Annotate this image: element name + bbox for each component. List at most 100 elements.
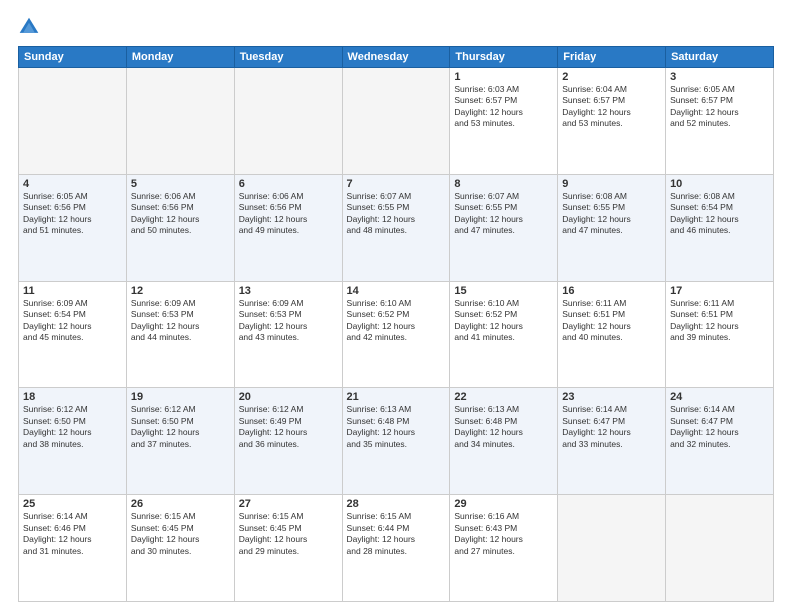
calendar-cell: 24Sunrise: 6:14 AM Sunset: 6:47 PM Dayli… xyxy=(666,388,774,495)
day-info: Sunrise: 6:11 AM Sunset: 6:51 PM Dayligh… xyxy=(562,298,661,344)
calendar-cell: 19Sunrise: 6:12 AM Sunset: 6:50 PM Dayli… xyxy=(126,388,234,495)
day-info: Sunrise: 6:15 AM Sunset: 6:44 PM Dayligh… xyxy=(347,511,446,557)
day-number: 9 xyxy=(562,178,661,190)
day-info: Sunrise: 6:07 AM Sunset: 6:55 PM Dayligh… xyxy=(454,191,553,237)
day-number: 15 xyxy=(454,285,553,297)
calendar-cell: 17Sunrise: 6:11 AM Sunset: 6:51 PM Dayli… xyxy=(666,281,774,388)
day-info: Sunrise: 6:04 AM Sunset: 6:57 PM Dayligh… xyxy=(562,84,661,130)
day-info: Sunrise: 6:11 AM Sunset: 6:51 PM Dayligh… xyxy=(670,298,769,344)
day-number: 28 xyxy=(347,498,446,510)
calendar-cell: 15Sunrise: 6:10 AM Sunset: 6:52 PM Dayli… xyxy=(450,281,558,388)
day-info: Sunrise: 6:14 AM Sunset: 6:47 PM Dayligh… xyxy=(670,404,769,450)
calendar-cell: 5Sunrise: 6:06 AM Sunset: 6:56 PM Daylig… xyxy=(126,174,234,281)
day-info: Sunrise: 6:12 AM Sunset: 6:50 PM Dayligh… xyxy=(131,404,230,450)
day-number: 10 xyxy=(670,178,769,190)
calendar-cell: 9Sunrise: 6:08 AM Sunset: 6:55 PM Daylig… xyxy=(558,174,666,281)
calendar-cell xyxy=(558,495,666,602)
day-info: Sunrise: 6:15 AM Sunset: 6:45 PM Dayligh… xyxy=(239,511,338,557)
day-info: Sunrise: 6:15 AM Sunset: 6:45 PM Dayligh… xyxy=(131,511,230,557)
calendar-cell: 18Sunrise: 6:12 AM Sunset: 6:50 PM Dayli… xyxy=(19,388,127,495)
day-number: 1 xyxy=(454,71,553,83)
day-info: Sunrise: 6:08 AM Sunset: 6:54 PM Dayligh… xyxy=(670,191,769,237)
calendar-week-row: 25Sunrise: 6:14 AM Sunset: 6:46 PM Dayli… xyxy=(19,495,774,602)
day-info: Sunrise: 6:14 AM Sunset: 6:46 PM Dayligh… xyxy=(23,511,122,557)
day-number: 27 xyxy=(239,498,338,510)
day-info: Sunrise: 6:16 AM Sunset: 6:43 PM Dayligh… xyxy=(454,511,553,557)
weekday-header: Tuesday xyxy=(234,47,342,68)
calendar-cell: 28Sunrise: 6:15 AM Sunset: 6:44 PM Dayli… xyxy=(342,495,450,602)
day-number: 24 xyxy=(670,391,769,403)
day-number: 18 xyxy=(23,391,122,403)
day-number: 8 xyxy=(454,178,553,190)
calendar-cell: 13Sunrise: 6:09 AM Sunset: 6:53 PM Dayli… xyxy=(234,281,342,388)
day-number: 2 xyxy=(562,71,661,83)
day-info: Sunrise: 6:06 AM Sunset: 6:56 PM Dayligh… xyxy=(131,191,230,237)
day-info: Sunrise: 6:09 AM Sunset: 6:53 PM Dayligh… xyxy=(131,298,230,344)
calendar-cell: 6Sunrise: 6:06 AM Sunset: 6:56 PM Daylig… xyxy=(234,174,342,281)
calendar-cell: 27Sunrise: 6:15 AM Sunset: 6:45 PM Dayli… xyxy=(234,495,342,602)
header xyxy=(18,16,774,38)
day-info: Sunrise: 6:05 AM Sunset: 6:56 PM Dayligh… xyxy=(23,191,122,237)
day-number: 17 xyxy=(670,285,769,297)
day-number: 5 xyxy=(131,178,230,190)
calendar-cell xyxy=(126,68,234,175)
calendar-cell: 16Sunrise: 6:11 AM Sunset: 6:51 PM Dayli… xyxy=(558,281,666,388)
calendar-cell xyxy=(19,68,127,175)
calendar-week-row: 1Sunrise: 6:03 AM Sunset: 6:57 PM Daylig… xyxy=(19,68,774,175)
calendar-week-row: 4Sunrise: 6:05 AM Sunset: 6:56 PM Daylig… xyxy=(19,174,774,281)
calendar-cell: 26Sunrise: 6:15 AM Sunset: 6:45 PM Dayli… xyxy=(126,495,234,602)
day-info: Sunrise: 6:07 AM Sunset: 6:55 PM Dayligh… xyxy=(347,191,446,237)
calendar-cell: 4Sunrise: 6:05 AM Sunset: 6:56 PM Daylig… xyxy=(19,174,127,281)
weekday-header: Saturday xyxy=(666,47,774,68)
day-number: 4 xyxy=(23,178,122,190)
day-info: Sunrise: 6:08 AM Sunset: 6:55 PM Dayligh… xyxy=(562,191,661,237)
day-info: Sunrise: 6:12 AM Sunset: 6:49 PM Dayligh… xyxy=(239,404,338,450)
calendar-cell: 25Sunrise: 6:14 AM Sunset: 6:46 PM Dayli… xyxy=(19,495,127,602)
weekday-header: Monday xyxy=(126,47,234,68)
day-number: 6 xyxy=(239,178,338,190)
day-number: 19 xyxy=(131,391,230,403)
calendar-cell xyxy=(342,68,450,175)
day-number: 12 xyxy=(131,285,230,297)
calendar-cell: 12Sunrise: 6:09 AM Sunset: 6:53 PM Dayli… xyxy=(126,281,234,388)
calendar-cell: 1Sunrise: 6:03 AM Sunset: 6:57 PM Daylig… xyxy=(450,68,558,175)
day-info: Sunrise: 6:09 AM Sunset: 6:54 PM Dayligh… xyxy=(23,298,122,344)
day-info: Sunrise: 6:13 AM Sunset: 6:48 PM Dayligh… xyxy=(347,404,446,450)
calendar-cell: 21Sunrise: 6:13 AM Sunset: 6:48 PM Dayli… xyxy=(342,388,450,495)
calendar-header-row: SundayMondayTuesdayWednesdayThursdayFrid… xyxy=(19,47,774,68)
day-number: 22 xyxy=(454,391,553,403)
day-info: Sunrise: 6:05 AM Sunset: 6:57 PM Dayligh… xyxy=(670,84,769,130)
calendar-cell: 3Sunrise: 6:05 AM Sunset: 6:57 PM Daylig… xyxy=(666,68,774,175)
weekday-header: Wednesday xyxy=(342,47,450,68)
calendar-cell xyxy=(234,68,342,175)
page: SundayMondayTuesdayWednesdayThursdayFrid… xyxy=(0,0,792,612)
day-number: 29 xyxy=(454,498,553,510)
weekday-header: Thursday xyxy=(450,47,558,68)
day-number: 3 xyxy=(670,71,769,83)
calendar-week-row: 11Sunrise: 6:09 AM Sunset: 6:54 PM Dayli… xyxy=(19,281,774,388)
calendar-cell: 10Sunrise: 6:08 AM Sunset: 6:54 PM Dayli… xyxy=(666,174,774,281)
day-info: Sunrise: 6:13 AM Sunset: 6:48 PM Dayligh… xyxy=(454,404,553,450)
day-number: 26 xyxy=(131,498,230,510)
calendar-cell: 29Sunrise: 6:16 AM Sunset: 6:43 PM Dayli… xyxy=(450,495,558,602)
calendar-week-row: 18Sunrise: 6:12 AM Sunset: 6:50 PM Dayli… xyxy=(19,388,774,495)
calendar-cell: 23Sunrise: 6:14 AM Sunset: 6:47 PM Dayli… xyxy=(558,388,666,495)
day-info: Sunrise: 6:06 AM Sunset: 6:56 PM Dayligh… xyxy=(239,191,338,237)
calendar-cell: 8Sunrise: 6:07 AM Sunset: 6:55 PM Daylig… xyxy=(450,174,558,281)
logo-icon xyxy=(18,16,40,38)
calendar-table: SundayMondayTuesdayWednesdayThursdayFrid… xyxy=(18,46,774,602)
day-number: 23 xyxy=(562,391,661,403)
day-number: 13 xyxy=(239,285,338,297)
calendar-cell: 7Sunrise: 6:07 AM Sunset: 6:55 PM Daylig… xyxy=(342,174,450,281)
day-number: 25 xyxy=(23,498,122,510)
day-info: Sunrise: 6:09 AM Sunset: 6:53 PM Dayligh… xyxy=(239,298,338,344)
day-number: 7 xyxy=(347,178,446,190)
calendar-cell: 20Sunrise: 6:12 AM Sunset: 6:49 PM Dayli… xyxy=(234,388,342,495)
day-number: 16 xyxy=(562,285,661,297)
day-info: Sunrise: 6:10 AM Sunset: 6:52 PM Dayligh… xyxy=(454,298,553,344)
day-info: Sunrise: 6:12 AM Sunset: 6:50 PM Dayligh… xyxy=(23,404,122,450)
day-number: 20 xyxy=(239,391,338,403)
day-info: Sunrise: 6:03 AM Sunset: 6:57 PM Dayligh… xyxy=(454,84,553,130)
logo xyxy=(18,16,44,38)
day-number: 21 xyxy=(347,391,446,403)
